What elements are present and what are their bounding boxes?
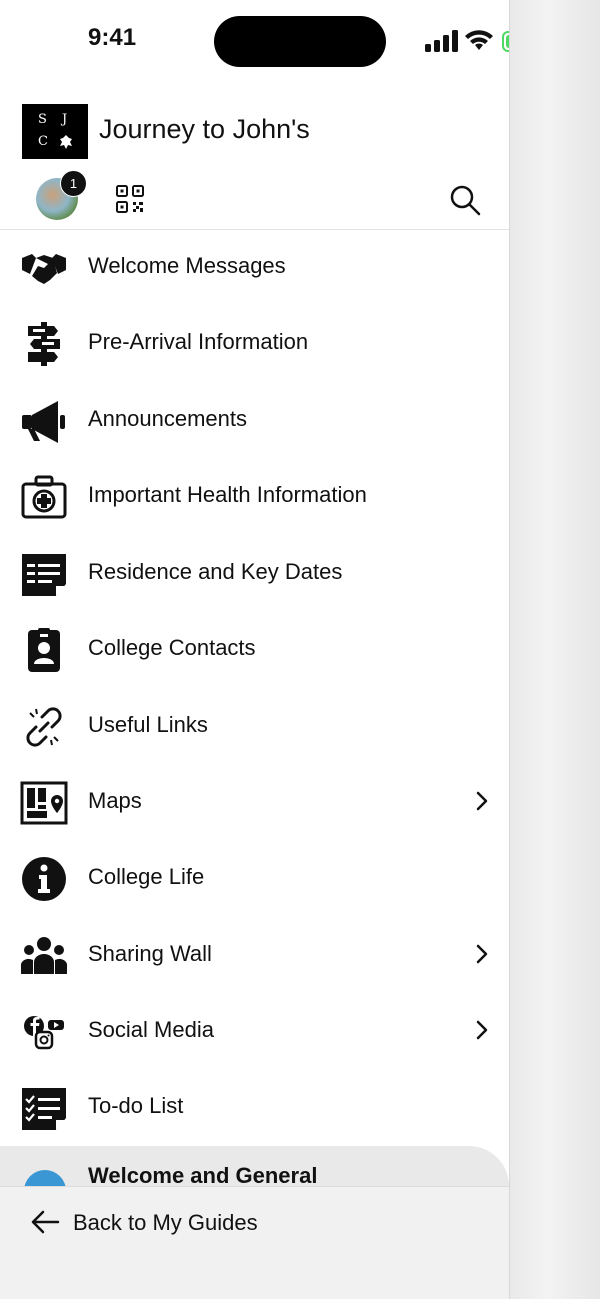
menu-label: Welcome Messages [88, 253, 286, 278]
menu-item-maps[interactable]: Maps [0, 765, 509, 841]
crest-icon [60, 135, 72, 149]
logo-letter: S [38, 112, 47, 127]
info-icon [22, 857, 66, 901]
notepad-icon [22, 554, 66, 596]
menu-item-residence-and-key-dates[interactable]: Residence and Key Dates [0, 536, 509, 612]
current-section-row[interactable]: Welcome and General [0, 1146, 509, 1186]
megaphone-icon [22, 401, 65, 443]
menu-item-college-life[interactable]: College Life [0, 841, 509, 917]
cellular-signal-icon [425, 30, 458, 52]
menu-label: Important Health Information [88, 482, 367, 507]
college-logo: S J C [22, 104, 88, 159]
social-media-icon [24, 1016, 64, 1050]
menu-label: College Contacts [88, 635, 256, 660]
checklist-icon [22, 1088, 66, 1130]
wifi-icon [465, 30, 493, 50]
menu-label: Sharing Wall [88, 941, 212, 966]
id-badge-icon [28, 628, 60, 672]
menu-item-pre-arrival-information[interactable]: Pre-Arrival Information [0, 306, 509, 382]
logo-letter: C [38, 134, 48, 149]
dimmed-background-overlay[interactable] [509, 0, 600, 1299]
status-time: 9:41 [88, 24, 137, 51]
menu-label: Social Media [88, 1017, 214, 1042]
menu-label: To-do List [88, 1093, 184, 1118]
chevron-right-icon [476, 1020, 488, 1040]
menu-label: Useful Links [88, 712, 208, 737]
chevron-right-icon [476, 944, 488, 964]
menu-item-sharing-wall[interactable]: Sharing Wall [0, 918, 509, 994]
menu-label: Maps [88, 788, 142, 813]
search-icon[interactable] [449, 184, 481, 216]
menu-item-social-media[interactable]: Social Media [0, 994, 509, 1070]
arrow-left-icon [31, 1210, 60, 1234]
navigation-drawer: 9:41 S J C Journey to John's 1 Welcome M… [0, 0, 509, 1299]
section-info-icon [24, 1170, 66, 1186]
dynamic-island [214, 16, 386, 67]
chevron-right-icon [476, 791, 488, 811]
menu-label: Announcements [88, 406, 247, 431]
back-to-guides-label: Back to My Guides [73, 1210, 258, 1235]
first-aid-kit-icon [21, 475, 67, 519]
menu-item-welcome-messages[interactable]: Welcome Messages [0, 230, 509, 306]
guide-title: Journey to John's [99, 114, 310, 144]
handshake-icon [22, 254, 66, 284]
menu-item-important-health-information[interactable]: Important Health Information [0, 459, 509, 535]
battery-charging-icon [502, 31, 509, 52]
menu-label: Pre-Arrival Information [88, 329, 309, 354]
menu-item-useful-links[interactable]: Useful Links [0, 689, 509, 765]
menu-label: College Life [88, 864, 205, 889]
menu-label: Residence and Key Dates [88, 559, 343, 584]
map-icon [20, 781, 68, 825]
logo-letter: J [62, 112, 68, 127]
back-to-guides-bar[interactable]: Back to My Guides [0, 1186, 509, 1299]
menu-item-college-contacts[interactable]: College Contacts [0, 612, 509, 688]
notification-badge: 1 [60, 170, 87, 197]
qr-code-icon[interactable] [116, 185, 144, 213]
signpost-icon [28, 322, 60, 366]
broken-link-icon [26, 707, 62, 747]
group-icon [21, 937, 67, 974]
menu-item-announcements[interactable]: Announcements [0, 383, 509, 459]
current-section-label: Welcome and General [88, 1163, 318, 1186]
menu-item-to-do-list[interactable]: To-do List [0, 1070, 509, 1146]
